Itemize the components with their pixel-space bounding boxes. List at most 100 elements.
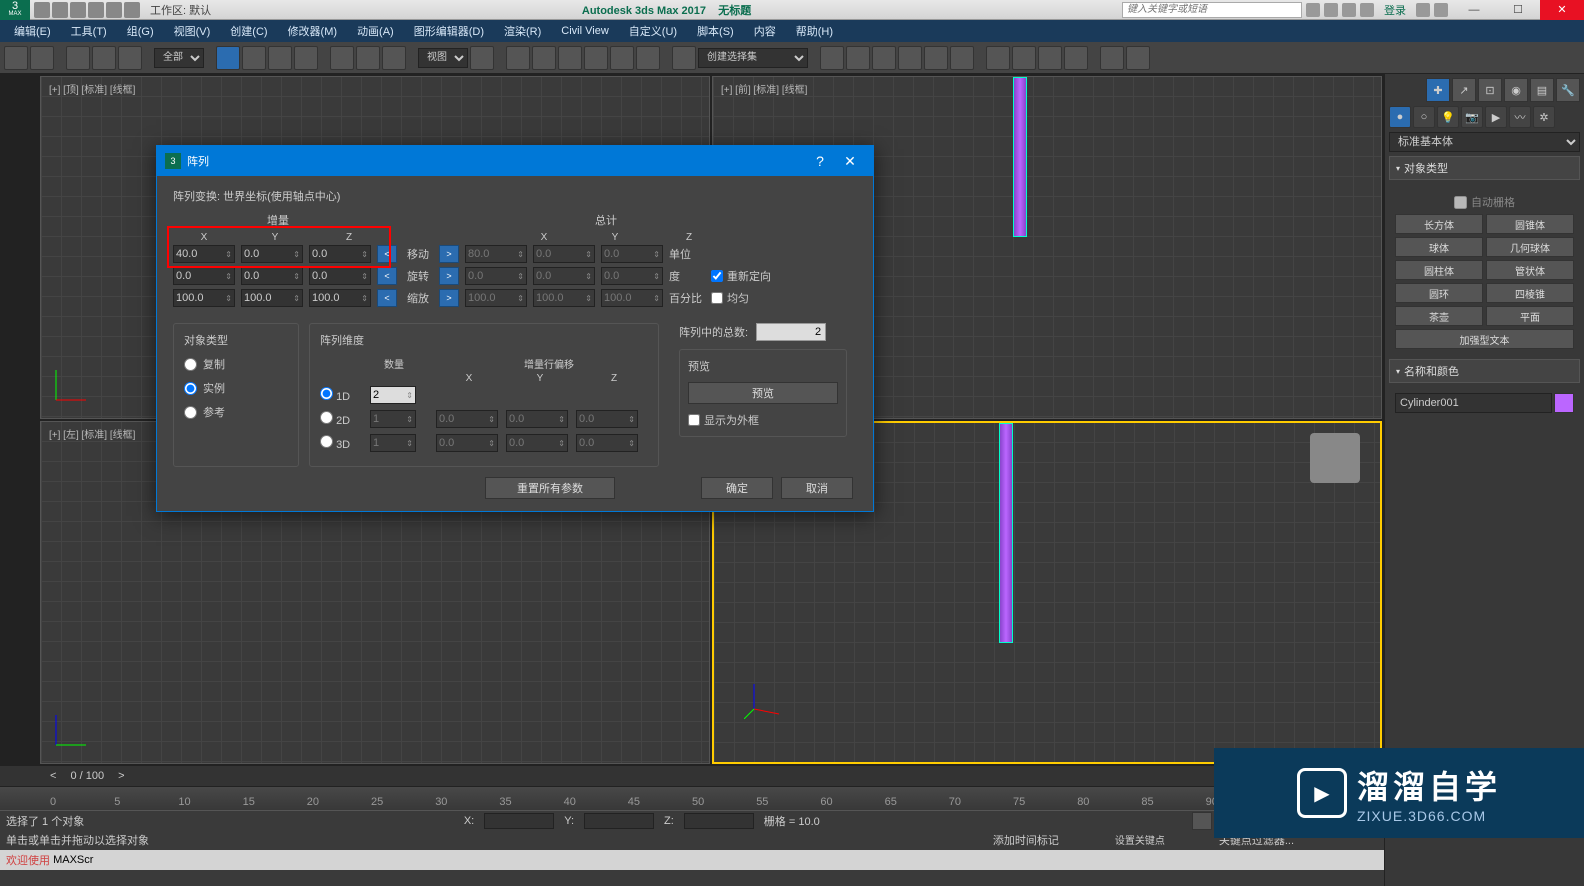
rotate-button[interactable] [356,46,380,70]
curve-editor-button[interactable] [924,46,948,70]
teapot-button[interactable]: 茶壶 [1395,306,1483,326]
helpers-tab[interactable]: ▶ [1485,106,1507,128]
select-region-button[interactable] [268,46,292,70]
rot-z-spinner[interactable]: 0.0 [309,267,371,285]
tot-move-x-spinner[interactable]: 80.0 [465,245,527,263]
geometry-category-dropdown[interactable]: 标准基本体 [1389,132,1580,152]
time-slider-bar[interactable]: < 0 / 100 > [0,766,1384,786]
bind-button[interactable] [118,46,142,70]
workspace-selector[interactable]: 工作区: 默认 [150,2,211,18]
off2-x-spinner[interactable]: 0.0 [436,410,498,428]
snap-toggle-button[interactable] [558,46,582,70]
menu-civil-view[interactable]: Civil View [553,25,616,37]
viewport-label-left[interactable]: [+] [左] [标准] [线框] [49,426,135,441]
menu-scripting[interactable]: 脚本(S) [689,23,742,39]
menu-graph-editors[interactable]: 图形编辑器(D) [406,23,492,39]
scale-x-spinner[interactable]: 100.0 [173,289,235,307]
dialog-help-button[interactable]: ? [805,153,835,169]
minimize-button[interactable]: — [1452,0,1496,20]
z-coord-field[interactable] [684,813,754,829]
unlink-button[interactable] [92,46,116,70]
viewport-label-front[interactable]: [+] [前] [标准] [线框] [721,81,807,96]
user-icon[interactable] [1360,3,1374,17]
lock-icon[interactable] [436,813,454,829]
reset-button[interactable]: 重置所有参数 [485,477,615,499]
display-tab[interactable]: ▤ [1530,78,1554,102]
d2-radio-label[interactable]: 2D [320,411,362,427]
tot-scale-x-spinner[interactable]: 100.0 [465,289,527,307]
x-icon[interactable] [1416,3,1430,17]
render-button[interactable] [1064,46,1088,70]
instance-radio-label[interactable]: 实例 [184,380,288,396]
app-logo[interactable]: 3MAX [0,0,30,20]
open-icon[interactable] [52,2,68,18]
viewcube-icon[interactable] [639,87,689,137]
help-search-input[interactable] [1122,2,1302,18]
off3-z-spinner[interactable]: 0.0 [576,434,638,452]
off3-x-spinner[interactable]: 0.0 [436,434,498,452]
move-button[interactable] [330,46,354,70]
pyramid-button[interactable]: 四棱锥 [1486,283,1574,303]
edit-named-sel-button[interactable] [672,46,696,70]
object-color-swatch[interactable] [1554,393,1574,413]
viewcube-icon[interactable] [1311,87,1361,137]
count-1d-spinner[interactable]: 2 [370,386,416,404]
add-time-tag[interactable]: 添加时间标记 [993,832,1059,848]
menu-create[interactable]: 创建(C) [222,23,275,39]
star-icon[interactable] [1342,3,1356,17]
viewport-label-top[interactable]: [+] [顶] [标准] [线框] [49,81,135,96]
tot-rot-y-spinner[interactable]: 0.0 [533,267,595,285]
autogrid-checkbox[interactable] [1454,196,1467,209]
selection-lock-icon[interactable] [408,813,426,829]
menu-customize[interactable]: 自定义(U) [621,23,685,39]
redo-button[interactable] [30,46,54,70]
render-frame-button[interactable] [1038,46,1062,70]
menu-edit[interactable]: 编辑(E) [6,23,59,39]
manipulate-button[interactable] [506,46,530,70]
create-tab[interactable]: ✚ [1426,78,1450,102]
uniform-checkbox[interactable] [711,292,723,304]
utilities-tab[interactable]: 🔧 [1556,78,1580,102]
ok-button[interactable]: 确定 [701,477,773,499]
d2-radio[interactable] [320,411,333,424]
keyboard-shortcut-button[interactable] [532,46,556,70]
instance-radio[interactable] [184,382,197,395]
move-right-arrow[interactable]: > [439,245,459,263]
wireframe-checkbox[interactable] [688,414,700,426]
rot-right-arrow[interactable]: > [439,267,459,285]
schematic-view-button[interactable] [950,46,974,70]
redo-icon[interactable] [106,2,122,18]
spinner-snap-button[interactable] [636,46,660,70]
hierarchy-tab[interactable]: ⊡ [1478,78,1502,102]
menu-help[interactable]: 帮助(H) [788,23,841,39]
scale-left-arrow[interactable]: < [377,289,397,307]
reference-radio[interactable] [184,406,197,419]
menu-rendering[interactable]: 渲染(R) [496,23,549,39]
tot-scale-z-spinner[interactable]: 100.0 [601,289,663,307]
geometry-tab[interactable]: ● [1389,106,1411,128]
motion-tab[interactable]: ◉ [1504,78,1528,102]
box-button[interactable]: 长方体 [1395,214,1483,234]
align-button[interactable] [846,46,870,70]
scale-z-spinner[interactable]: 100.0 [309,289,371,307]
layers-button[interactable] [872,46,896,70]
scale-right-arrow[interactable]: > [439,289,459,307]
preview-button[interactable]: 预览 [688,382,838,404]
reference-radio-label[interactable]: 参考 [184,404,288,420]
angle-snap-button[interactable] [584,46,608,70]
x-coord-field[interactable] [484,813,554,829]
d3-radio-label[interactable]: 3D [320,435,362,451]
select-name-button[interactable] [242,46,266,70]
rot-left-arrow[interactable]: < [377,267,397,285]
set-key-button[interactable]: 设置关键点 [1115,832,1185,848]
select-object-button[interactable] [216,46,240,70]
dialog-close-button[interactable]: ✕ [835,153,865,170]
copy-radio-label[interactable]: 复制 [184,356,288,372]
tube-button[interactable]: 管状体 [1486,260,1574,280]
d1-radio[interactable] [320,387,333,400]
menu-animation[interactable]: 动画(A) [349,23,402,39]
tot-move-z-spinner[interactable]: 0.0 [601,245,663,263]
project-icon[interactable] [124,2,140,18]
modify-tab[interactable]: ↗ [1452,78,1476,102]
selection-filter[interactable]: 全部 [154,48,204,68]
